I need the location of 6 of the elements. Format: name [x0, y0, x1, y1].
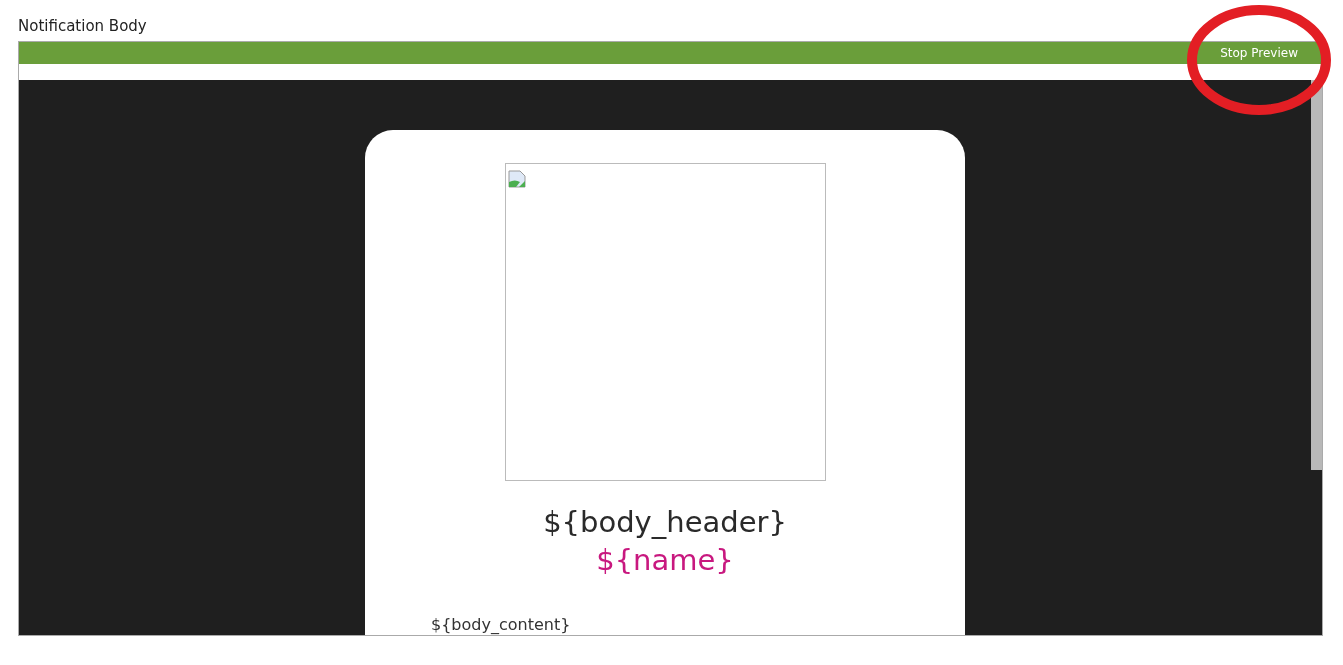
name-text: ${name}	[596, 542, 734, 579]
broken-image-icon	[507, 169, 526, 188]
body-header-text: ${body_header}	[543, 504, 787, 541]
body-content-text: ${body_content}	[431, 615, 571, 635]
field-label: Notification Body	[18, 16, 148, 37]
stop-preview-button[interactable]: Stop Preview	[1210, 42, 1322, 64]
